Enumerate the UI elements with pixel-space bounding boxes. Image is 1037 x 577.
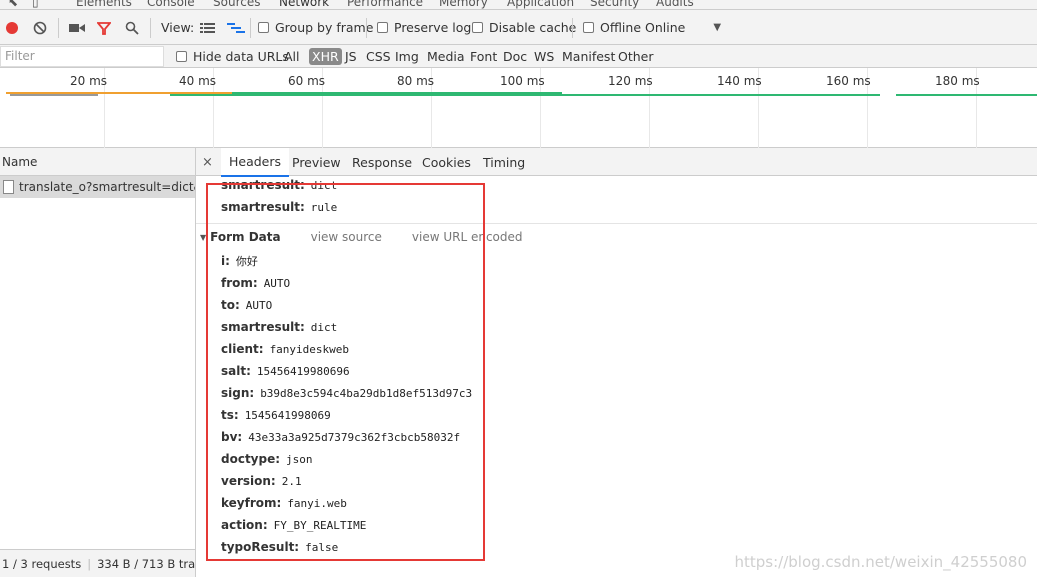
tab-sources[interactable]: Sources bbox=[213, 0, 260, 9]
search-icon bbox=[125, 21, 139, 35]
status-divider: | bbox=[87, 556, 92, 571]
tab-timing[interactable]: Timing bbox=[475, 148, 533, 176]
record-icon bbox=[6, 21, 18, 34]
checkbox-icon bbox=[176, 50, 187, 62]
timeline-overview[interactable]: 20 ms 40 ms 60 ms 80 ms 100 ms 120 ms 14… bbox=[0, 68, 1037, 148]
headers-content: smartresult: dict smartresult: rule ▼ Form… bbox=[196, 177, 1037, 577]
view-label: View: bbox=[161, 20, 195, 35]
inspect-icon[interactable]: ⬉ bbox=[8, 0, 18, 9]
watermark: https://blog.csdn.net/weixin_42555080 bbox=[734, 553, 1027, 571]
status-bar: 1 / 3 requests | 334 B / 713 B tran... bbox=[0, 549, 195, 577]
checkbox-icon bbox=[472, 22, 483, 33]
type-filter-other[interactable]: Other bbox=[618, 45, 654, 67]
detail-tabs: × Headers Preview Response Cookies Timin… bbox=[196, 148, 1037, 177]
type-filter-css[interactable]: CSS bbox=[366, 45, 391, 67]
list-view-icon bbox=[200, 22, 215, 33]
tick-label: 120 ms bbox=[608, 74, 653, 88]
tab-elements[interactable]: Elements bbox=[76, 0, 132, 9]
tab-response[interactable]: Response bbox=[344, 148, 420, 176]
capture-screenshots-button[interactable] bbox=[69, 10, 85, 45]
tick-label: 80 ms bbox=[397, 74, 435, 88]
device-toolbar-icon[interactable]: ▯ bbox=[32, 0, 39, 9]
request-name: translate_o?smartresult=dict&... bbox=[19, 180, 195, 194]
tab-preview[interactable]: Preview bbox=[284, 148, 349, 176]
tab-headers[interactable]: Headers bbox=[221, 148, 290, 177]
hide-data-urls-label: Hide data URLs bbox=[193, 48, 289, 64]
type-filter-xhr-label: XHR bbox=[309, 47, 342, 65]
disable-cache-label: Disable cache bbox=[489, 20, 577, 35]
tick-label: 60 ms bbox=[288, 74, 326, 88]
highlight-box bbox=[206, 183, 485, 561]
large-rows-button[interactable] bbox=[200, 10, 215, 45]
transfer-size: 334 B / 713 B tran... bbox=[97, 556, 195, 571]
tick-label: 160 ms bbox=[826, 74, 871, 88]
type-filter-ws[interactable]: WS bbox=[534, 45, 554, 67]
preserve-log-checkbox[interactable]: Preserve log bbox=[377, 10, 471, 45]
tick-label: 40 ms bbox=[179, 74, 217, 88]
record-button[interactable] bbox=[5, 10, 19, 45]
timeline-bar bbox=[170, 94, 880, 96]
network-toolbar: View: Group by frame Preserve log Disabl… bbox=[0, 10, 1037, 45]
offline-label: Offline bbox=[600, 20, 642, 35]
type-filter-all[interactable]: All bbox=[284, 45, 300, 67]
group-by-frame-checkbox[interactable]: Group by frame bbox=[258, 10, 373, 45]
tab-network[interactable]: Network bbox=[279, 0, 329, 9]
dropdown-arrow-icon: ▼ bbox=[713, 22, 722, 33]
type-filter-manifest[interactable]: Manifest bbox=[562, 45, 615, 67]
tick-label: 140 ms bbox=[717, 74, 762, 88]
checkbox-icon bbox=[258, 22, 269, 33]
type-filter-js[interactable]: JS bbox=[345, 45, 357, 67]
disable-cache-checkbox[interactable]: Disable cache bbox=[472, 10, 576, 45]
clear-button[interactable] bbox=[33, 10, 47, 45]
filter-bar: Filter Hide data URLs All XHR JS CSS Img… bbox=[0, 45, 1037, 68]
hide-data-urls-checkbox[interactable]: Hide data URLs bbox=[176, 45, 289, 67]
tab-security[interactable]: Security bbox=[590, 0, 639, 9]
devtools-main-tabs: ⬉ ▯ Elements Console Sources Network Per… bbox=[0, 0, 1037, 10]
filter-input[interactable]: Filter bbox=[0, 46, 164, 67]
type-filter-xhr[interactable]: XHR bbox=[309, 45, 342, 67]
tab-cookies[interactable]: Cookies bbox=[414, 148, 479, 176]
tick-label: 100 ms bbox=[500, 74, 545, 88]
video-camera-icon bbox=[69, 23, 85, 32]
offline-checkbox[interactable]: Offline bbox=[583, 10, 641, 45]
filter-toggle-button[interactable] bbox=[97, 10, 111, 45]
tab-audits[interactable]: Audits bbox=[656, 0, 694, 9]
type-filter-doc[interactable]: Doc bbox=[503, 45, 527, 67]
close-icon[interactable]: × bbox=[202, 148, 213, 176]
tab-memory[interactable]: Memory bbox=[439, 0, 488, 9]
group-by-frame-label: Group by frame bbox=[275, 20, 374, 35]
waterfall-icon bbox=[227, 22, 245, 33]
request-count: 1 / 3 requests bbox=[2, 556, 82, 571]
tick-label: 180 ms bbox=[935, 74, 980, 88]
request-detail-panel: × Headers Preview Response Cookies Timin… bbox=[196, 148, 1037, 577]
file-icon bbox=[3, 180, 14, 194]
request-row[interactable]: translate_o?smartresult=dict&... bbox=[0, 176, 195, 198]
type-filter-media[interactable]: Media bbox=[427, 45, 465, 67]
preserve-log-label: Preserve log bbox=[394, 20, 472, 35]
clear-icon bbox=[33, 21, 47, 34]
tab-console[interactable]: Console bbox=[147, 0, 195, 9]
filter-icon bbox=[97, 21, 111, 35]
throttling-select[interactable]: Online ▼ bbox=[645, 10, 721, 45]
checkbox-icon bbox=[377, 22, 388, 33]
timeline-bar bbox=[896, 94, 1037, 96]
tab-performance[interactable]: Performance bbox=[347, 0, 423, 9]
waterfall-button[interactable] bbox=[227, 10, 245, 45]
request-list: Name translate_o?smartresult=dict&... 1 … bbox=[0, 148, 196, 577]
timeline-bar bbox=[232, 92, 562, 94]
tick-label: 20 ms bbox=[70, 74, 108, 88]
name-column-header[interactable]: Name bbox=[0, 148, 195, 176]
type-filter-font[interactable]: Font bbox=[470, 45, 497, 67]
checkbox-icon bbox=[583, 22, 594, 33]
timeline-bar bbox=[10, 94, 98, 96]
search-button[interactable] bbox=[125, 10, 139, 45]
tab-application[interactable]: Application bbox=[507, 0, 574, 9]
type-filter-img[interactable]: Img bbox=[395, 45, 419, 67]
throttling-value: Online bbox=[645, 20, 686, 35]
